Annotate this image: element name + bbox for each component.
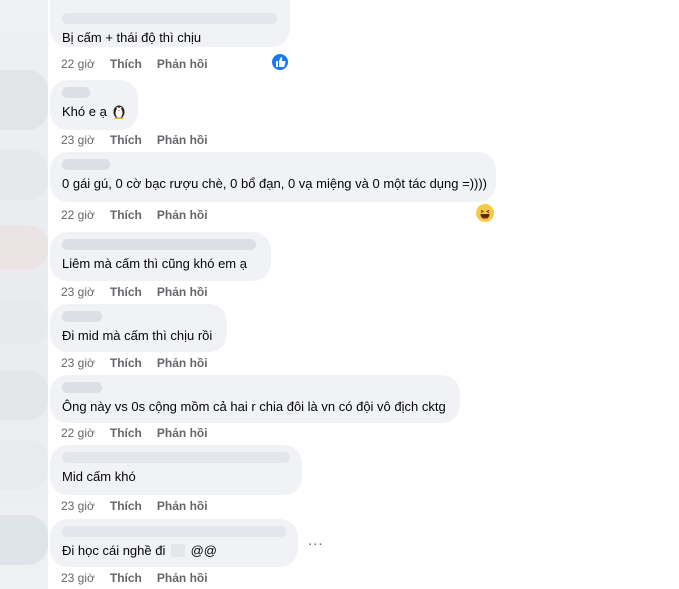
comment-text-row: Khó e ạ [62, 103, 126, 123]
author-name[interactable] [62, 87, 90, 98]
comment-text: Đi mid mà cấm thì chịu rồi [62, 328, 213, 343]
reply-button[interactable]: Phản hồi [157, 208, 208, 222]
like-button[interactable]: Thích [110, 499, 142, 513]
author-name[interactable] [62, 239, 256, 250]
comment-bubble: Liêm mà cấm thì cũng khó em ạ [50, 232, 271, 281]
comment-time[interactable]: 23 giờ [61, 571, 95, 585]
comment-bubble: Đi mid mà cấm thì chịu rồi [50, 304, 227, 352]
comment: Đi mid mà cấm thì chịu rồi 23 giờ Thích … [50, 304, 227, 370]
comment: Bị cấm + thái độ thì chịu 22 giờ Thích P… [50, 0, 290, 72]
comment-text: Khó e ạ [62, 104, 107, 119]
author-name[interactable] [62, 13, 277, 24]
comment-actions: 23 giờ Thích Phản hồi [61, 571, 223, 585]
redacted-mark [170, 544, 185, 557]
like-button[interactable]: Thích [110, 285, 142, 299]
like-button[interactable]: Thích [110, 571, 142, 585]
comment-text-suffix: @@ [190, 543, 217, 558]
comment-actions: 23 giờ Thích Phản hồi [61, 356, 223, 370]
comment-actions: 23 giờ Thích Phản hồi [61, 133, 223, 147]
avatar[interactable] [0, 150, 48, 200]
comment: Đi học cái nghề đi @@ ... 23 giờ Thích P… [50, 519, 323, 585]
like-button[interactable]: Thích [110, 356, 142, 370]
comment-actions: 22 giờ Thích Phản hồi [61, 426, 223, 440]
comment-time[interactable]: 23 giờ [61, 133, 95, 147]
comment-time[interactable]: 22 giờ [61, 426, 95, 440]
author-name[interactable] [62, 452, 290, 463]
comment-text: Liêm mà cấm thì cũng khó em ạ [62, 256, 247, 271]
comment-text: 0 gái gú, 0 cờ bạc rượu chè, 0 bổ đạn, 0… [62, 176, 488, 191]
avatar[interactable] [0, 300, 48, 345]
comment: Khó e ạ 23 giờ Thích Phản hồi [50, 80, 208, 147]
comment-bubble: Ông này vs 0s cộng mồm cả hai r chia đôi… [50, 375, 460, 423]
comment-text-row: Đi học cái nghề đi @@ [62, 542, 286, 559]
comment-actions: 23 giờ Thích Phản hồi [61, 499, 223, 513]
reply-button[interactable]: Phản hồi [157, 499, 208, 513]
author-name[interactable] [62, 526, 286, 537]
comment-bubble: Bị cấm + thái độ thì chịu [50, 0, 290, 47]
comment-actions: 23 giờ Thích Phản hồi [61, 285, 223, 299]
reply-button[interactable]: Phản hồi [157, 133, 208, 147]
comment-text: Mid cấm khó [62, 469, 136, 484]
comment-bubble: 0 gái gú, 0 cờ bạc rượu chè, 0 bổ đạn, 0… [50, 152, 496, 202]
comment-bubble: Khó e ạ [50, 80, 138, 130]
like-button[interactable]: Thích [110, 426, 142, 440]
avatar[interactable] [0, 440, 48, 490]
comment-actions: 22 giờ Thích Phản hồi [61, 208, 223, 222]
avatar[interactable] [0, 515, 48, 565]
comment-text: Ông này vs 0s cộng mồm cả hai r chia đôi… [62, 399, 446, 414]
like-button[interactable]: Thích [110, 133, 142, 147]
like-button[interactable]: Thích [110, 57, 142, 71]
reply-button[interactable]: Phản hồi [157, 285, 208, 299]
comment-time[interactable]: 22 giờ [61, 57, 95, 71]
avatar[interactable] [0, 70, 48, 130]
comment: Mid cấm khó 23 giờ Thích Phản hồi [50, 445, 302, 513]
avatar[interactable] [0, 370, 48, 420]
comment-text: Đi học cái nghề đi [62, 543, 166, 558]
comment: 0 gái gú, 0 cờ bạc rượu chè, 0 bổ đạn, 0… [50, 152, 496, 223]
comment-text: Bị cấm + thái độ thì chịu [62, 30, 202, 45]
author-name[interactable] [62, 311, 102, 322]
comment-actions: 22 giờ Thích Phản hồi [61, 57, 223, 71]
reply-button[interactable]: Phản hồi [157, 57, 208, 71]
like-button[interactable]: Thích [110, 208, 142, 222]
comment-bubble: Đi học cái nghề đi @@ [50, 519, 298, 567]
author-name[interactable] [62, 382, 102, 393]
comment-time[interactable]: 23 giờ [61, 356, 95, 370]
penguin-emoji-icon [112, 103, 126, 123]
haha-reaction-icon[interactable] [475, 203, 495, 223]
avatar-column [0, 0, 48, 589]
comment: Ông này vs 0s cộng mồm cả hai r chia đôi… [50, 375, 460, 440]
comment-time[interactable]: 23 giờ [61, 499, 95, 513]
reply-button[interactable]: Phản hồi [157, 571, 208, 585]
like-reaction-icon[interactable] [270, 52, 290, 72]
comment-time[interactable]: 23 giờ [61, 285, 95, 299]
more-options-button[interactable]: ... [308, 532, 324, 549]
reply-button[interactable]: Phản hồi [157, 356, 208, 370]
avatar[interactable] [0, 225, 48, 270]
author-name[interactable] [62, 159, 110, 170]
comment-bubble: Mid cấm khó [50, 445, 302, 495]
comment-time[interactable]: 22 giờ [61, 208, 95, 222]
reply-button[interactable]: Phản hồi [157, 426, 208, 440]
comment: Liêm mà cấm thì cũng khó em ạ 23 giờ Thí… [50, 232, 271, 299]
